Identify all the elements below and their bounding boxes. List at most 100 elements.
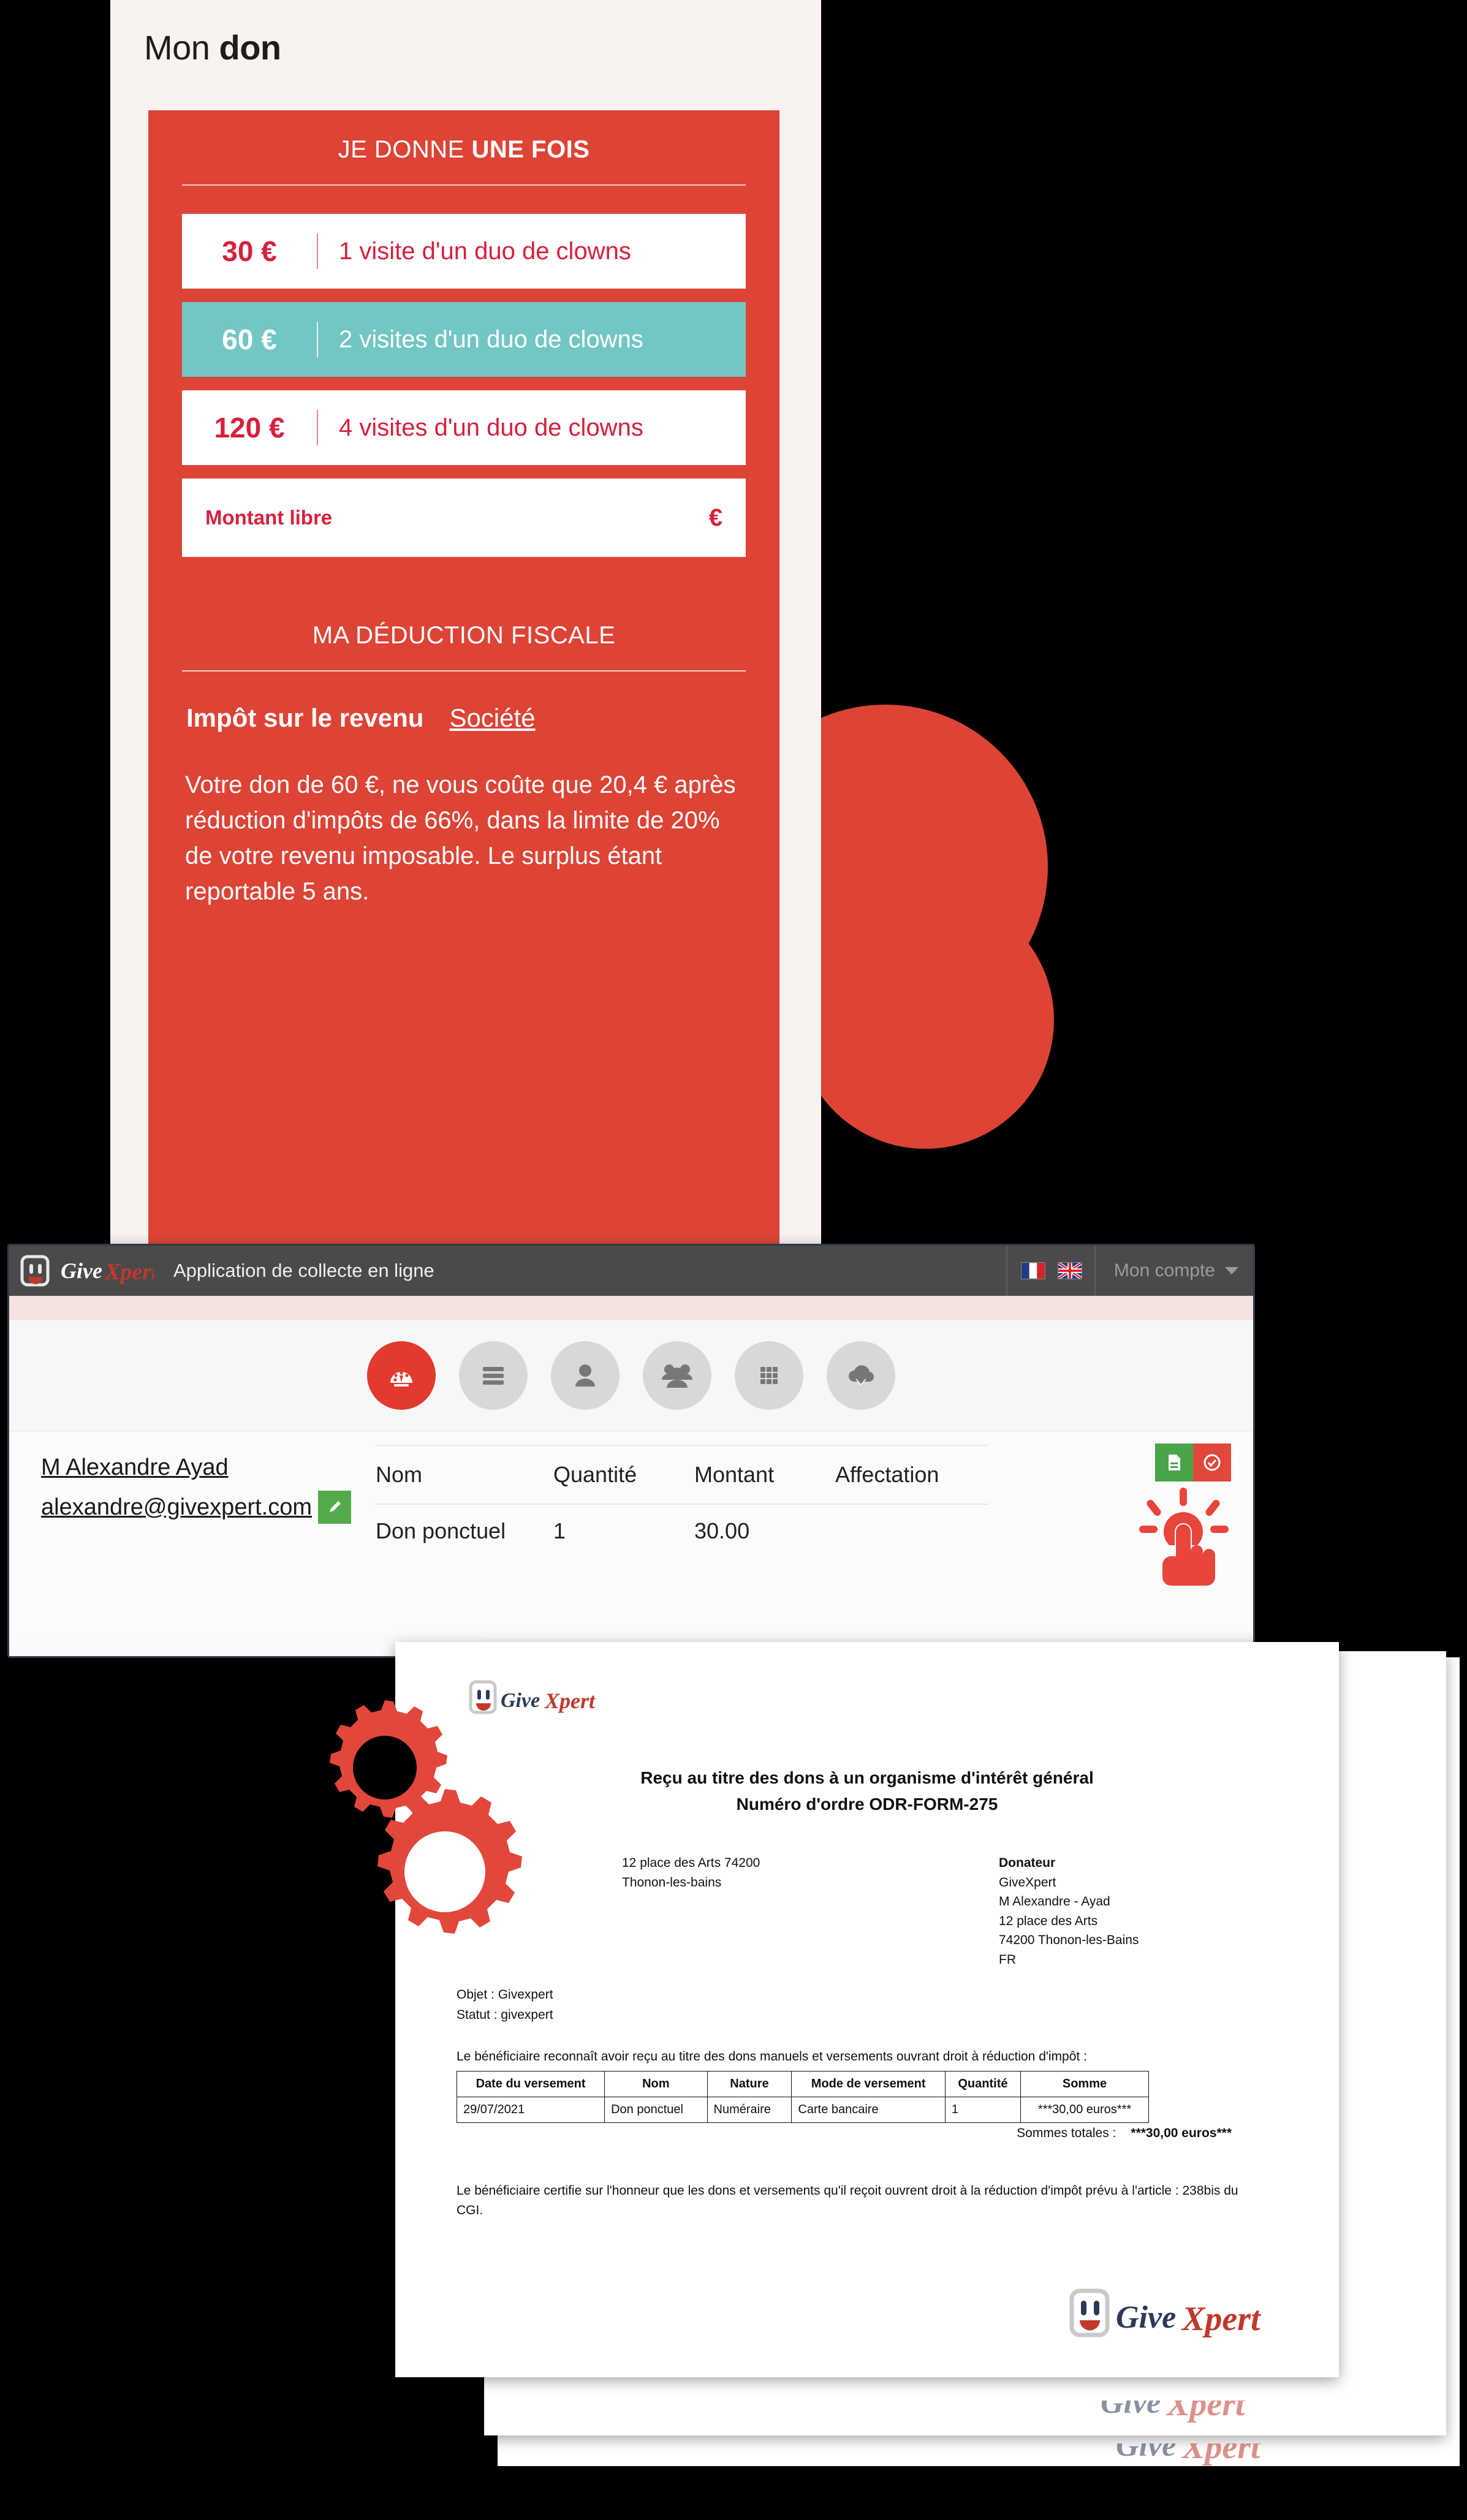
cell-affectation (835, 1504, 988, 1557)
receipt-totals: Sommes totales : ***30,00 euros*** (1017, 2126, 1232, 2141)
app-title: Application de collecte en ligne (173, 1260, 434, 1281)
screenshot-stage: Mon don JE DONNE UNE FOIS 30 € 1 visite … (0, 0, 1467, 2520)
receipt-statut: Statut : givexpert (457, 2007, 553, 2022)
svg-text:Xpert: Xpert (1166, 2401, 1246, 2423)
receipt-payments-table: Date du versement Nom Nature Mode de ver… (456, 2071, 1150, 2123)
column-header-affectation: Affectation (835, 1445, 988, 1505)
givexpert-logo[interactable]: Give Xpert (20, 1255, 154, 1287)
option-description: 2 visites d'un duo de clowns (339, 325, 643, 353)
svg-text:Xpert: Xpert (544, 1689, 596, 1713)
chevron-down-icon (1225, 1267, 1238, 1274)
receipt-intro-text: Le bénéficiaire reconnaît avoir reçu au … (457, 2049, 1087, 2064)
flag-uk-icon[interactable] (1057, 1262, 1082, 1279)
app-body: M Alexandre Ayad alexandre@givexpert.com… (9, 1431, 1253, 1633)
pencil-icon (330, 1501, 341, 1512)
gear-large-icon (377, 1789, 522, 1934)
table-header-row: Nom Quantité Montant Affectation (376, 1445, 988, 1505)
cell-nom: Don ponctuel (376, 1518, 506, 1543)
donation-option-120[interactable]: 120 € 4 visites d'un duo de clowns (182, 390, 746, 465)
divider (182, 670, 746, 672)
receipt-meta: Objet : Givexpert Statut : givexpert (457, 1985, 553, 2025)
grid-icon (760, 1367, 778, 1384)
donor-name-link[interactable]: M Alexandre Ayad (41, 1455, 365, 1481)
donation-option-60[interactable]: 60 € 2 visites d'un duo de clowns (182, 302, 746, 377)
once-heading-regular: JE DONNE (338, 136, 472, 163)
tab-income-tax[interactable]: Impôt sur le revenu (186, 703, 423, 733)
column-header-montant: Montant (694, 1445, 835, 1505)
fiscal-description: Votre don de 60 €, ne vous coûte que 20,… (185, 771, 736, 905)
receipt-stack-logo-ghost-2: Give Xpert (1116, 2443, 1261, 2466)
option-separator (317, 410, 318, 445)
receipt-table-header-row: Date du versement Nom Nature Mode de ver… (456, 2071, 1150, 2097)
validate-receipt-button[interactable] (1193, 1444, 1231, 1481)
option-separator (317, 233, 318, 269)
row-action-buttons (1155, 1444, 1231, 1481)
option-description: 4 visites d'un duo de clowns (339, 414, 643, 441)
rcp-cell-somme: ***30,00 euros*** (1020, 2097, 1150, 2123)
rcp-col-date: Date du versement (456, 2071, 605, 2097)
rcp-cell-date: 29/07/2021 (456, 2097, 605, 2123)
donation-form-card: Mon don JE DONNE UNE FOIS 30 € 1 visite … (110, 0, 821, 1256)
svg-text:Give: Give (61, 1258, 102, 1283)
option-amount: 60 € (222, 324, 277, 355)
column-header-nom: Nom (376, 1445, 553, 1505)
receipt-table-row: 29/07/2021 Don ponctuel Numéraire Carte … (456, 2097, 1150, 2123)
svg-text:Xpert: Xpert (1181, 2443, 1261, 2466)
person-icon (575, 1364, 595, 1387)
rcp-col-mode: Mode de versement (791, 2071, 946, 2097)
option-separator (317, 322, 318, 357)
donor-city: 74200 Thonon-les-Bains (999, 1933, 1139, 1947)
nav-item-groups[interactable] (643, 1341, 711, 1410)
totals-value: ***30,00 euros*** (1131, 2126, 1232, 2140)
column-header-quantite: Quantité (553, 1445, 694, 1505)
donation-option-30[interactable]: 30 € 1 visite d'un duo de clowns (182, 214, 746, 289)
svg-text:Give: Give (1116, 2443, 1176, 2463)
page-title-bold: don (219, 28, 282, 67)
receipt-certification-text: Le bénéficiaire certifie sur l'honneur q… (457, 2184, 1238, 2217)
givexpert-mark-icon (20, 1255, 50, 1287)
rcp-col-nature: Nature (707, 2071, 792, 2097)
nav-item-dashboard[interactable] (367, 1341, 436, 1410)
option-amount: 120 € (214, 412, 285, 444)
donation-panel: JE DONNE UNE FOIS 30 € 1 visite d'un duo… (148, 110, 779, 1256)
nav-item-download[interactable] (827, 1341, 895, 1410)
tab-company[interactable]: Société (449, 703, 535, 733)
gears-decoration (330, 1700, 522, 1934)
decor-circle-small (797, 891, 1054, 1149)
table-row: Don ponctuel 1 30.00 (376, 1504, 988, 1557)
account-menu[interactable]: Mon compte (1094, 1246, 1253, 1296)
totals-label: Sommes totales : (1017, 2126, 1116, 2140)
edit-donor-button[interactable] (318, 1491, 352, 1524)
receipt-donor-address: Donateur GiveXpert M Alexandre - Ayad 12… (999, 1853, 1139, 1969)
rcp-col-quantite: Quantité (944, 2071, 1021, 2097)
divider (182, 184, 746, 186)
receipt-title-line1: Reçu au titre des dons à un organisme d'… (640, 1768, 1094, 1787)
donor-email-link[interactable]: alexandre@givexpert.com (41, 1494, 312, 1521)
rcp-cell-nature: Numéraire (707, 2097, 792, 2123)
accent-strip (9, 1296, 1253, 1320)
cloud-download-icon (849, 1365, 874, 1386)
beneficiary-address-line1: 12 place des Arts 74200 (622, 1856, 760, 1870)
gauge-icon (390, 1371, 412, 1387)
nav-item-grid[interactable] (735, 1341, 803, 1410)
once-heading-bold: UNE FOIS (471, 136, 590, 163)
receipt-title: Reçu au titre des dons à un organisme d'… (395, 1765, 1339, 1818)
account-menu-label: Mon compte (1113, 1260, 1215, 1281)
svg-text:Xpert: Xpert (1181, 2300, 1261, 2338)
generate-receipt-button[interactable] (1155, 1444, 1193, 1481)
cell-quantite: 1 (553, 1518, 566, 1543)
nav-item-lists[interactable] (459, 1341, 528, 1410)
receipt-stack-logo-ghost-1: Give Xpert (1101, 2401, 1246, 2423)
donor-panel: M Alexandre Ayad alexandre@givexpert.com (9, 1431, 365, 1633)
check-circle-icon (1204, 1454, 1221, 1471)
donation-receipt-document: Give Xpert Reçu au titre des dons à un o… (395, 1642, 1339, 2377)
flag-fr-icon[interactable] (1020, 1262, 1045, 1279)
donor-org: GiveXpert (999, 1875, 1056, 1890)
donor-heading: Donateur (999, 1856, 1056, 1870)
nav-item-contact[interactable] (551, 1341, 620, 1410)
free-amount-input[interactable]: Montant libre € (182, 479, 746, 557)
option-description: 1 visite d'un duo de clowns (339, 237, 631, 265)
receipt-objet: Objet : Givexpert (457, 1988, 553, 2002)
donor-name: M Alexandre - Ayad (999, 1894, 1110, 1909)
page-title-regular: Mon (144, 28, 219, 67)
